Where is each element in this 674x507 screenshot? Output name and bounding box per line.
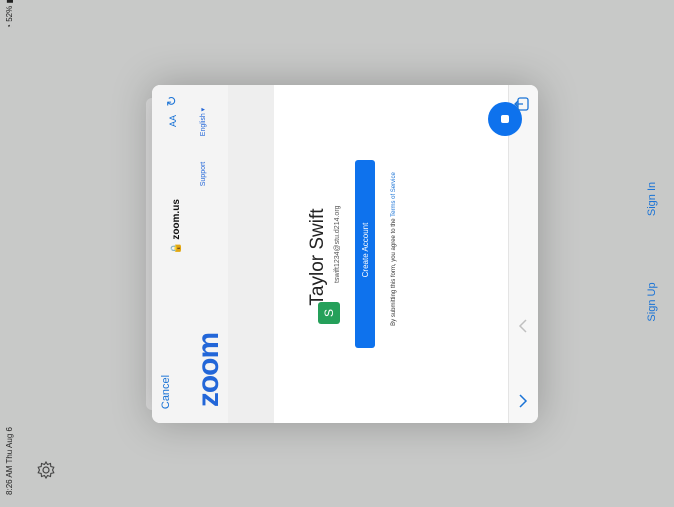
support-link[interactable]: Support — [199, 154, 209, 194]
user-email: tswift1234@stu.d214.org — [334, 205, 341, 283]
status-time: 8:26 AM Thu Aug 6 — [4, 421, 16, 501]
create-account-label: Create Account — [361, 222, 370, 278]
battery-level: 52% — [5, 5, 14, 22]
text-size-button[interactable]: AA — [167, 111, 179, 131]
status-battery: ◔ 52% ▮ — [4, 0, 16, 36]
chevron-down-icon[interactable] — [514, 392, 532, 410]
reload-icon[interactable]: ↻ — [164, 93, 180, 109]
status-date-text: Thu Aug 6 — [5, 427, 14, 464]
fab-glyph — [501, 115, 509, 123]
battery-icon: ▮ — [5, 0, 14, 4]
cancel-button[interactable]: Cancel — [158, 362, 174, 422]
sign-up-button[interactable]: Sign Up — [645, 272, 659, 332]
terms-link[interactable]: Terms of Service — [391, 172, 397, 217]
browser-bottom-bar — [508, 85, 538, 423]
url-field[interactable]: 🔒 zoom.us — [170, 187, 184, 267]
gear-icon[interactable] — [36, 460, 56, 480]
lock-icon: 🔒 — [171, 242, 182, 255]
user-name: Taylor Swift — [307, 208, 328, 306]
zoom-logo[interactable]: zoom — [189, 315, 229, 423]
language-select[interactable]: English ▾ — [199, 102, 209, 142]
terms-text: By submitting this form, you agree to th… — [390, 159, 398, 339]
chevron-up-icon[interactable] — [514, 317, 532, 335]
sign-in-button[interactable]: Sign In — [645, 169, 659, 229]
page-header-strip — [228, 85, 274, 423]
terms-prefix: By submitting this form, you agree to th… — [391, 218, 397, 326]
wifi-icon: ◔ — [5, 24, 14, 29]
status-time-text: 8:26 AM — [5, 465, 14, 495]
url-text: zoom.us — [171, 199, 182, 240]
share-icon[interactable] — [514, 95, 532, 113]
browser-sheet: Cancel 🔒 zoom.us AA ↻ zoom Support Engli… — [152, 85, 538, 423]
